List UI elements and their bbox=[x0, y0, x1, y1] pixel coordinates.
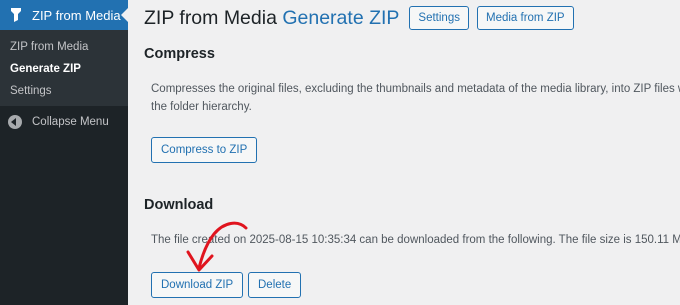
submenu: ZIP from Media Generate ZIP Settings bbox=[0, 30, 128, 106]
menu-zip-from-media[interactable]: ZIP from Media bbox=[0, 0, 128, 30]
compress-description-line1: Compresses the original files, excluding… bbox=[151, 83, 680, 95]
zip-plugin-icon bbox=[11, 8, 21, 22]
compress-description: Compresses the original files, excluding… bbox=[151, 80, 680, 116]
compress-to-zip-button[interactable]: Compress to ZIP bbox=[151, 137, 258, 163]
admin-sidebar: ZIP from Media ZIP from Media Generate Z… bbox=[0, 0, 128, 305]
main-content: ZIP from Media Generate ZIP Settings Med… bbox=[128, 0, 680, 305]
current-menu-arrow bbox=[121, 8, 128, 22]
page-title: ZIP from Media Generate ZIP bbox=[144, 7, 399, 30]
page-header: ZIP from Media Generate ZIP Settings Med… bbox=[144, 6, 574, 30]
settings-button[interactable]: Settings bbox=[409, 6, 469, 30]
collapse-arrow-icon bbox=[8, 115, 22, 129]
media-from-zip-button[interactable]: Media from ZIP bbox=[476, 6, 574, 30]
collapse-menu-button[interactable]: Collapse Menu bbox=[0, 108, 128, 136]
delete-button[interactable]: Delete bbox=[248, 272, 302, 298]
page-title-subtitle: Generate ZIP bbox=[282, 6, 400, 29]
submenu-item-settings[interactable]: Settings bbox=[0, 80, 128, 102]
submenu-item-generate-zip[interactable]: Generate ZIP bbox=[0, 58, 128, 80]
download-heading: Download bbox=[144, 197, 214, 213]
download-description: The file created on 2025-08-15 10:35:34 … bbox=[151, 234, 680, 246]
compress-heading: Compress bbox=[144, 46, 215, 62]
compress-description-line2: the folder hierarchy. bbox=[151, 101, 252, 113]
collapse-menu-label: Collapse Menu bbox=[32, 116, 109, 128]
menu-title: ZIP from Media bbox=[32, 7, 121, 23]
submenu-item-zip-from-media[interactable]: ZIP from Media bbox=[0, 36, 128, 58]
page-title-main: ZIP from Media bbox=[144, 6, 277, 29]
download-zip-button[interactable]: Download ZIP bbox=[151, 272, 244, 298]
